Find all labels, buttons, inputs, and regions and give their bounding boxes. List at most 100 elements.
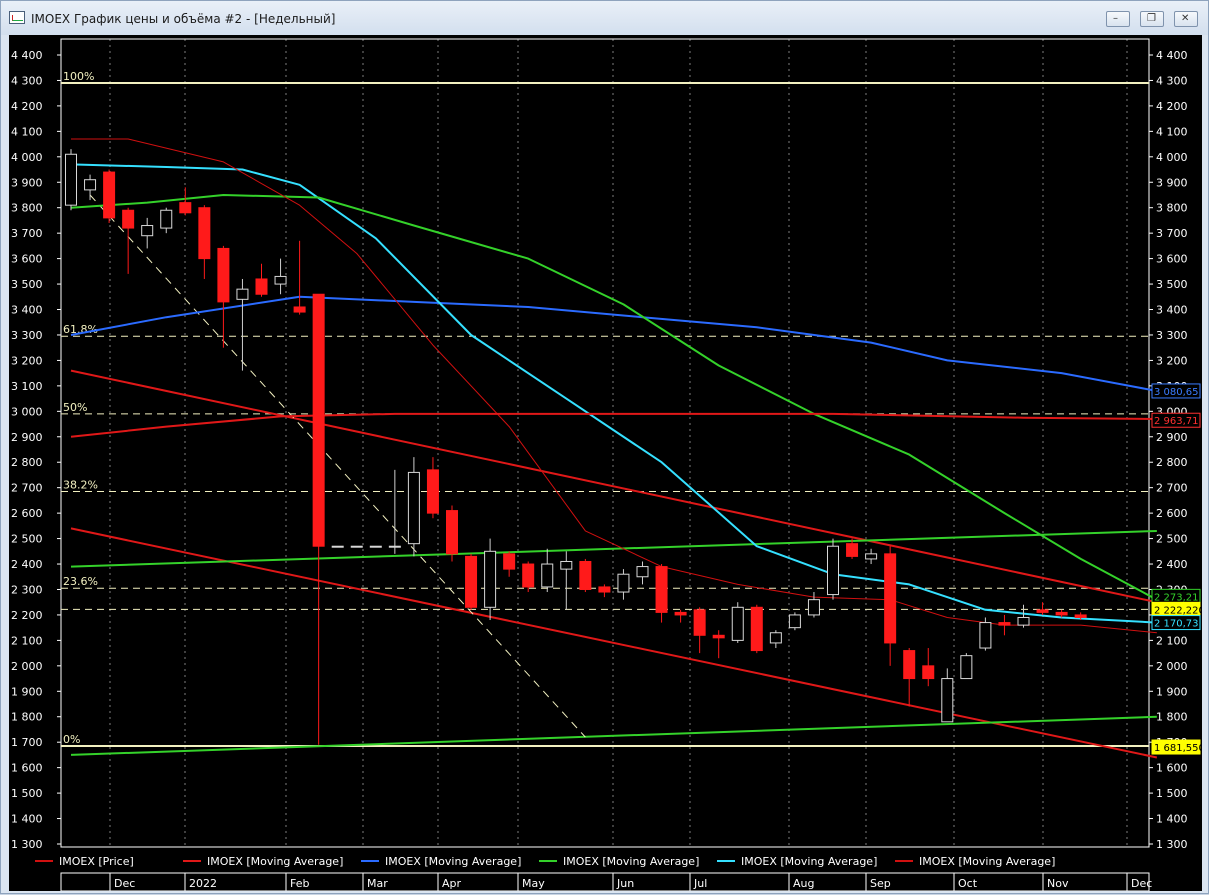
y-tick-label-right: 2 800 xyxy=(1156,456,1188,469)
candle-body xyxy=(541,563,554,588)
candle xyxy=(807,592,820,618)
candle-body xyxy=(903,650,916,680)
y-tick-label-left: 1 700 xyxy=(11,736,43,749)
candle-body xyxy=(598,586,611,593)
y-tick-label-left: 2 600 xyxy=(11,507,43,520)
y-tick-label-left: 4 100 xyxy=(11,125,43,138)
candle xyxy=(827,538,839,600)
candle-body xyxy=(426,469,439,514)
price-badge-label: 2 273,21 xyxy=(1154,592,1199,603)
restore-button[interactable]: ❐ xyxy=(1140,11,1164,27)
candle-body xyxy=(788,614,801,629)
moving-average-line xyxy=(70,295,1158,392)
legend-entry: IMOEX [Moving Average] xyxy=(385,855,521,868)
y-tick-label-left: 3 000 xyxy=(11,405,43,418)
candle xyxy=(407,457,420,557)
y-tick-label-left: 1 400 xyxy=(11,813,43,826)
candle-body xyxy=(198,207,211,260)
legend-entry: IMOEX [Moving Average] xyxy=(919,855,1055,868)
candle xyxy=(369,545,382,548)
candle-body xyxy=(846,543,859,557)
candle-body xyxy=(579,560,592,590)
x-axis-label: Jul xyxy=(693,877,707,890)
y-tick-label-right: 4 400 xyxy=(1156,49,1188,62)
y-tick-label-left: 3 200 xyxy=(11,354,43,367)
x-axis-label: 2022 xyxy=(189,877,217,890)
candle xyxy=(960,653,973,680)
fib-level-label: 23.6% xyxy=(63,575,98,588)
candle xyxy=(541,548,554,593)
candle xyxy=(426,457,439,519)
candle-body xyxy=(1074,614,1087,618)
candle-body xyxy=(731,606,744,641)
candle xyxy=(331,545,344,548)
moving-average-line xyxy=(70,163,1157,624)
candle xyxy=(503,551,516,577)
trend-line xyxy=(70,715,1157,756)
candle xyxy=(274,258,287,295)
candle-body xyxy=(312,293,325,547)
moving-average-line xyxy=(70,194,1158,601)
y-tick-label-right: 4 300 xyxy=(1156,74,1188,87)
x-axis-label: Jun xyxy=(616,877,634,890)
y-tick-label-right: 3 900 xyxy=(1156,176,1188,189)
y-tick-label-left: 2 500 xyxy=(11,533,43,546)
y-tick-label-right: 3 400 xyxy=(1156,304,1188,317)
x-axis-label: Oct xyxy=(958,877,978,890)
candle xyxy=(84,174,97,201)
minimize-button[interactable]: – xyxy=(1106,11,1130,27)
candle-body xyxy=(522,563,535,588)
y-tick-label-left: 4 200 xyxy=(11,100,43,113)
y-tick-label-right: 2 900 xyxy=(1156,431,1188,444)
y-tick-label-left: 2 200 xyxy=(11,609,43,622)
candle xyxy=(160,207,173,234)
candle-body xyxy=(350,545,363,548)
y-tick-label-right: 3 800 xyxy=(1156,202,1188,215)
y-tick-label-left: 3 900 xyxy=(11,176,43,189)
candle xyxy=(217,245,230,348)
candle-body xyxy=(941,678,954,723)
candle-body xyxy=(712,634,725,639)
candle xyxy=(884,546,897,666)
window-title: IMOEX График цены и объёма #2 - [Недельн… xyxy=(31,12,336,26)
y-tick-label-left: 1 900 xyxy=(11,685,43,698)
candle xyxy=(560,551,573,610)
y-tick-label-right: 2 700 xyxy=(1156,482,1188,495)
candle-body xyxy=(1055,611,1068,616)
chart-area[interactable]: 4 400 4 400 4 300 4 300 4 200 4 200 4 100 4 100… xyxy=(9,35,1205,892)
candle xyxy=(674,609,687,623)
candle-body xyxy=(407,471,420,545)
y-tick-label-left: 2 000 xyxy=(11,660,43,673)
y-tick-label-right: 2 400 xyxy=(1156,558,1188,571)
candle xyxy=(388,469,401,554)
title-bar[interactable]: IMOEX График цены и объёма #2 - [Недельн… xyxy=(1,1,1208,35)
y-tick-label-left: 4 000 xyxy=(11,151,43,164)
y-tick-label-left: 3 100 xyxy=(11,380,43,393)
y-tick-label-left: 2 400 xyxy=(11,558,43,571)
legend-entry: IMOEX [Moving Average] xyxy=(741,855,877,868)
candle-body xyxy=(979,622,992,649)
candle xyxy=(255,263,268,297)
y-tick-label-right: 3 700 xyxy=(1156,227,1188,240)
price-badge-label: 2 963,71 xyxy=(1154,416,1199,427)
price-chart[interactable]: 4 400 4 400 4 300 4 300 4 200 4 200 4 100 4 100… xyxy=(9,35,1205,892)
y-tick-label-left: 1 300 xyxy=(11,838,43,851)
candle xyxy=(769,630,782,649)
candle-body xyxy=(160,209,173,229)
moving-average-line xyxy=(70,412,1157,438)
trend-line xyxy=(89,194,586,738)
candle xyxy=(998,614,1011,636)
candle xyxy=(712,630,725,659)
candle xyxy=(579,558,592,593)
y-tick-label-right: 1 300 xyxy=(1156,838,1188,851)
legend-entry: IMOEX [Moving Average] xyxy=(563,855,699,868)
y-tick-label-right: 3 200 xyxy=(1156,354,1188,367)
candle-body xyxy=(141,225,154,237)
candle-body xyxy=(503,553,516,570)
candle xyxy=(1036,602,1049,615)
trend-line xyxy=(70,369,1158,604)
close-button[interactable]: ✕ xyxy=(1174,11,1198,27)
y-tick-label-left: 3 300 xyxy=(11,329,43,342)
candle-body xyxy=(65,153,77,206)
minimize-icon: – xyxy=(1113,13,1118,24)
